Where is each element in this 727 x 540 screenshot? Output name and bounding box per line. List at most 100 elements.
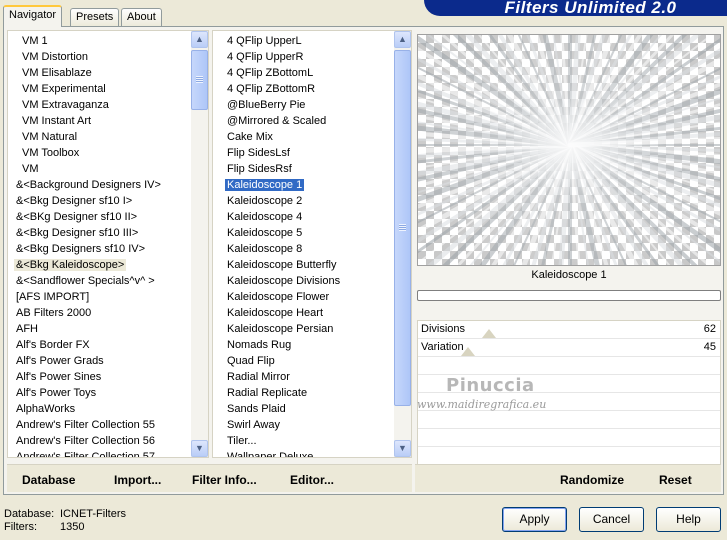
category-item[interactable]: Alf's Border FX	[8, 337, 191, 353]
filter-item[interactable]: Kaleidoscope 8	[213, 241, 394, 257]
filter-item[interactable]: Kaleidoscope Butterfly	[213, 257, 394, 273]
filter-item-label: 4 QFlip ZBottomR	[227, 83, 316, 95]
category-item[interactable]: Alf's Power Grads	[8, 353, 191, 369]
slider-thumb-icon[interactable]	[461, 347, 475, 356]
category-item[interactable]: VM Instant Art	[8, 113, 191, 129]
filter-item[interactable]: Wallpaper Deluxe	[213, 449, 394, 457]
help-button[interactable]: Help	[656, 507, 721, 532]
scroll-thumb[interactable]	[191, 50, 208, 110]
watermark-name: Pinuccia	[446, 375, 535, 396]
category-item[interactable]: VM Elisablaze	[8, 65, 191, 81]
filter-item[interactable]: 4 QFlip ZBottomR	[213, 81, 394, 97]
filter-item-label: Swirl Away	[227, 419, 280, 431]
filter-list[interactable]: 4 QFlip UpperL 4 QFlip UpperR 4 QFlip ZBot…	[212, 30, 412, 458]
filter-item-label: Kaleidoscope 1	[225, 179, 305, 191]
filter-item-label: @BlueBerry Pie	[227, 99, 306, 111]
filter-item[interactable]: Nomads Rug	[213, 337, 394, 353]
category-item[interactable]: VM Toolbox	[8, 145, 191, 161]
cancel-button[interactable]: Cancel	[579, 507, 644, 532]
tab-about[interactable]: About	[121, 8, 162, 27]
left-button-bar: Database Import... Filter Info... Editor…	[7, 464, 412, 492]
filter-item[interactable]: Radial Mirror	[213, 369, 394, 385]
category-item[interactable]: VM Distortion	[8, 49, 191, 65]
filter-item[interactable]: @BlueBerry Pie	[213, 97, 394, 113]
category-item[interactable]: &<Sandflower Specials^v^ >	[8, 273, 191, 289]
filter-item[interactable]: Kaleidoscope 4	[213, 209, 394, 225]
category-item[interactable]: &<Bkg Designer sf10 I>	[8, 193, 191, 209]
filter-item[interactable]: 4 QFlip UpperL	[213, 33, 394, 49]
filter-item[interactable]: 4 QFlip ZBottomL	[213, 65, 394, 81]
category-item[interactable]: Andrew's Filter Collection 57	[8, 449, 191, 458]
category-item[interactable]: Andrew's Filter Collection 55	[8, 417, 191, 433]
scroll-thumb[interactable]	[394, 50, 411, 406]
apply-button[interactable]: Apply	[502, 507, 567, 532]
reset-button[interactable]: Reset	[659, 473, 692, 487]
empty-param-row	[418, 429, 720, 447]
category-item[interactable]: &<Bkg Designer sf10 III>	[8, 225, 191, 241]
scroll-down-icon[interactable]: ▼	[191, 440, 208, 457]
filter-item-label: 4 QFlip ZBottomL	[227, 67, 314, 79]
filter-item[interactable]: Radial Replicate	[213, 385, 394, 401]
filter-item[interactable]: Kaleidoscope Divisions	[213, 273, 394, 289]
filter-item-label: Kaleidoscope Flower	[227, 291, 330, 303]
editor-button[interactable]: Editor...	[290, 473, 334, 487]
category-scrollbar[interactable]: ▲ ▼	[191, 31, 208, 457]
category-item-label: &<Bkg Designer sf10 III>	[16, 227, 139, 239]
filter-item-label: @Mirrored & Scaled	[227, 115, 327, 127]
filter-item[interactable]: Flip SidesLsf	[213, 145, 394, 161]
filter-item[interactable]: Flip SidesRsf	[213, 161, 394, 177]
filter-info-button[interactable]: Filter Info...	[192, 473, 257, 487]
filter-item-label: Kaleidoscope Persian	[227, 323, 334, 335]
category-item[interactable]: &<Bkg Kaleidoscope>	[8, 257, 191, 273]
filter-scrollbar[interactable]: ▲ ▼	[394, 31, 411, 457]
filter-item[interactable]: Sands Plaid	[213, 401, 394, 417]
category-item-label: Andrew's Filter Collection 57	[16, 451, 156, 458]
tab-navigator[interactable]: Navigator	[3, 5, 63, 27]
filter-item-label: Quad Flip	[227, 355, 275, 367]
filter-item[interactable]: Kaleidoscope Heart	[213, 305, 394, 321]
filter-item[interactable]: 4 QFlip UpperR	[213, 49, 394, 65]
filter-item[interactable]: Kaleidoscope 2	[213, 193, 394, 209]
filter-item[interactable]: Kaleidoscope Persian	[213, 321, 394, 337]
filter-item[interactable]: Swirl Away	[213, 417, 394, 433]
category-list[interactable]: VM 1 VM Distortion VM Elisablaze VM Experim…	[7, 30, 209, 458]
category-item[interactable]: Alf's Power Toys	[8, 385, 191, 401]
category-item[interactable]: VM Experimental	[8, 81, 191, 97]
watermark-url: www.maidiregrafica.eu	[417, 398, 547, 411]
category-item[interactable]: VM Extravaganza	[8, 97, 191, 113]
category-item[interactable]: &<Background Designers IV>	[8, 177, 191, 193]
category-item[interactable]: VM Natural	[8, 129, 191, 145]
filter-items: 4 QFlip UpperL 4 QFlip UpperR 4 QFlip ZBot…	[213, 33, 394, 457]
category-item[interactable]: VM	[8, 161, 191, 177]
filter-item[interactable]: Kaleidoscope 1	[213, 177, 394, 193]
category-item[interactable]: &<Bkg Designers sf10 IV>	[8, 241, 191, 257]
category-item[interactable]: [AFS IMPORT]	[8, 289, 191, 305]
import-button[interactable]: Import...	[114, 473, 161, 487]
category-item[interactable]: &<BKg Designer sf10 II>	[8, 209, 191, 225]
param-row-divisions[interactable]: Divisions 62	[418, 321, 720, 339]
category-item[interactable]: Alf's Power Sines	[8, 369, 191, 385]
category-item-label: Alf's Power Toys	[16, 387, 97, 399]
category-item[interactable]: AB Filters 2000	[8, 305, 191, 321]
slider-thumb-icon[interactable]	[482, 329, 496, 338]
filter-item[interactable]: Kaleidoscope 5	[213, 225, 394, 241]
filter-item-label: Flip SidesLsf	[227, 147, 290, 159]
scroll-up-icon[interactable]: ▲	[394, 31, 411, 48]
database-button[interactable]: Database	[22, 473, 75, 487]
tab-presets[interactable]: Presets	[70, 8, 120, 27]
scroll-down-icon[interactable]: ▼	[394, 440, 411, 457]
category-item[interactable]: Andrew's Filter Collection 56	[8, 433, 191, 449]
randomize-button[interactable]: Randomize	[560, 473, 624, 487]
filter-item[interactable]: Tiler...	[213, 433, 394, 449]
filter-item[interactable]: @Mirrored & Scaled	[213, 113, 394, 129]
param-row-variation[interactable]: Variation 45	[418, 339, 720, 357]
filter-item[interactable]: Kaleidoscope Flower	[213, 289, 394, 305]
filter-item[interactable]: Cake Mix	[213, 129, 394, 145]
category-item-label: &<Bkg Designer sf10 I>	[16, 195, 133, 207]
category-item[interactable]: VM 1	[8, 33, 191, 49]
category-item[interactable]: AFH	[8, 321, 191, 337]
status-database: Database: ICNET-Filters	[4, 508, 126, 520]
category-item[interactable]: AlphaWorks	[8, 401, 191, 417]
filter-item[interactable]: Quad Flip	[213, 353, 394, 369]
scroll-up-icon[interactable]: ▲	[191, 31, 208, 48]
